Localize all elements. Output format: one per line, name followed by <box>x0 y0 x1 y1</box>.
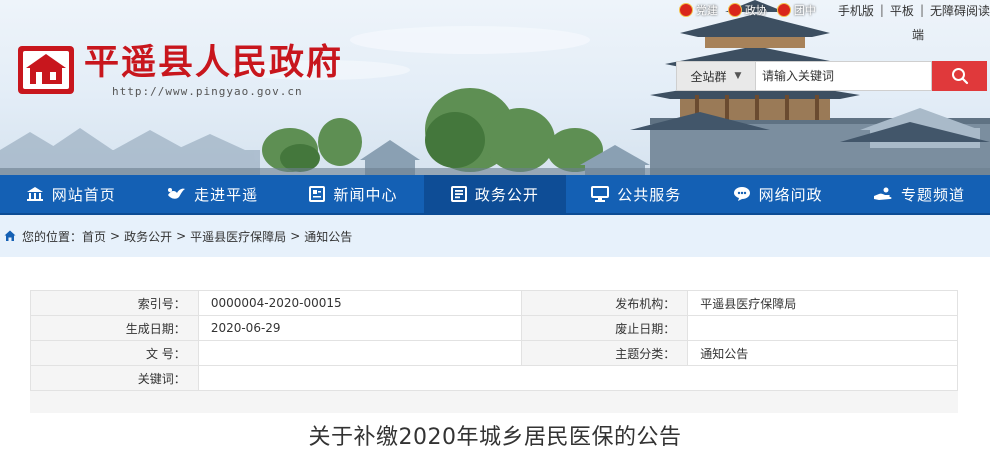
search-scope-select[interactable]: 全站群 ▼ <box>676 61 756 91</box>
breadcrumb-link-medical-bureau[interactable]: 平遥县医疗保障局 <box>190 228 286 245</box>
meta-key-created-date: 生成日期： <box>30 315 199 341</box>
caret-down-icon: ▼ <box>734 71 742 81</box>
monitor-icon <box>591 186 610 202</box>
meta-key-keywords: 关键词： <box>30 365 199 391</box>
party-links: 党建 政协 团中 <box>678 2 826 18</box>
county-emblem-icon <box>18 46 74 94</box>
search-button[interactable] <box>932 61 987 91</box>
search-icon <box>951 68 968 85</box>
nav-item-news[interactable]: 新闻中心 <box>283 175 424 213</box>
nav-item-gov-affairs[interactable]: 政务公开 <box>424 175 566 213</box>
document-meta-panel: 索引号： 0000004-2020-00015 发布机构： 平遥县医疗保障局 生… <box>30 290 959 413</box>
breadcrumb-link-gov-affairs[interactable]: 政务公开 <box>124 228 172 245</box>
site-header: 党建 政协 团中 手机版 | 平板 | 无障碍阅读 端 平遥县人民政府 http… <box>0 0 990 175</box>
nav-item-label: 新闻中心 <box>333 185 398 204</box>
chat-icon <box>733 187 750 201</box>
chevron-right-icon: > <box>290 229 301 243</box>
table-row: 生成日期： 2020-06-29 废止日期： <box>30 315 958 341</box>
search-input[interactable] <box>756 61 932 91</box>
meta-value-publisher: 平遥县医疗保障局 <box>687 290 958 316</box>
document-meta-table: 索引号： 0000004-2020-00015 发布机构： 平遥县医疗保障局 生… <box>30 290 959 391</box>
breadcrumb-link-notices[interactable]: 通知公告 <box>304 228 352 245</box>
party-emblem-icon <box>727 3 742 17</box>
chevron-right-icon: > <box>176 229 187 243</box>
top-links-wrap: 端 <box>912 24 924 44</box>
bird-icon <box>168 188 186 199</box>
home-icon <box>4 230 16 241</box>
mobile-version-link[interactable]: 手机版 <box>832 2 880 19</box>
meta-value-keywords <box>197 365 959 391</box>
nav-item-label: 走进平遥 <box>194 185 259 204</box>
document-icon <box>450 186 467 202</box>
meta-value-expiry-date <box>687 315 958 341</box>
site-search: 全站群 ▼ <box>676 61 987 91</box>
meta-value-index: 0000004-2020-00015 <box>197 290 523 316</box>
meta-key-doc-number: 文 号： <box>30 340 199 366</box>
breadcrumb-prefix: 您的位置： <box>22 229 83 244</box>
table-row: 关键词： <box>30 365 959 391</box>
party-emblem-icon <box>678 3 693 17</box>
nav-item-label: 公共服务 <box>617 185 682 204</box>
meta-value-created-date: 2020-06-29 <box>197 315 523 341</box>
nav-item-label: 网站首页 <box>51 185 116 204</box>
home-icon <box>26 187 43 201</box>
meta-value-category: 通知公告 <box>687 340 958 366</box>
nav-item-home[interactable]: 网站首页 <box>0 175 141 213</box>
party-link[interactable]: 政协 <box>727 2 767 18</box>
main-nav: 网站首页 走进平遥 新闻中心 政务公开 公共服务 网络问政 专题频道 <box>0 175 990 215</box>
document-title: 关于补缴2020年城乡居民医保的公告 <box>308 425 682 450</box>
breadcrumb-link-home[interactable]: 首页 <box>82 228 106 245</box>
meta-key-category: 主题分类： <box>521 340 689 366</box>
party-link[interactable]: 党建 <box>678 2 718 18</box>
meta-value-doc-number <box>197 340 523 366</box>
nav-item-label: 政务公开 <box>474 185 539 204</box>
meta-key-expiry-date: 废止日期： <box>521 315 689 341</box>
nav-item-label: 专题频道 <box>901 185 966 204</box>
nav-item-public-service[interactable]: 公共服务 <box>566 175 707 213</box>
site-logo[interactable]: 平遥县人民政府 http://www.pingyao.gov.cn <box>14 42 343 98</box>
nav-item-online-inquiry[interactable]: 网络问政 <box>707 175 848 213</box>
breadcrumb: 您的位置： 首页 > 政务公开 > 平遥县医疗保障局 > 通知公告 <box>0 215 990 257</box>
news-icon <box>309 186 326 202</box>
hand-icon <box>874 187 892 200</box>
accessibility-link-wrap[interactable]: 端 <box>912 26 924 43</box>
accessibility-link[interactable]: 无障碍阅读 <box>924 2 990 19</box>
top-links-bar: 党建 政协 团中 手机版 | 平板 | 无障碍阅读 <box>678 0 990 20</box>
site-title: 平遥县人民政府 <box>84 41 344 83</box>
nav-item-special-topics[interactable]: 专题频道 <box>848 175 989 213</box>
party-link[interactable]: 团中 <box>776 2 816 18</box>
tablet-version-link[interactable]: 平板 <box>884 2 920 19</box>
search-scope-label: 全站群 <box>690 69 727 84</box>
table-row: 文 号： 主题分类： 通知公告 <box>30 340 958 366</box>
meta-key-publisher: 发布机构： <box>521 290 689 316</box>
site-url: http://www.pingyao.gov.cn <box>112 84 303 98</box>
nav-item-about[interactable]: 走进平遥 <box>141 175 282 213</box>
meta-key-index: 索引号： <box>30 290 199 316</box>
party-emblem-icon <box>776 3 791 17</box>
nav-item-label: 网络问政 <box>758 185 823 204</box>
table-row: 索引号： 0000004-2020-00015 发布机构： 平遥县医疗保障局 <box>30 290 958 316</box>
chevron-right-icon: > <box>110 229 121 243</box>
